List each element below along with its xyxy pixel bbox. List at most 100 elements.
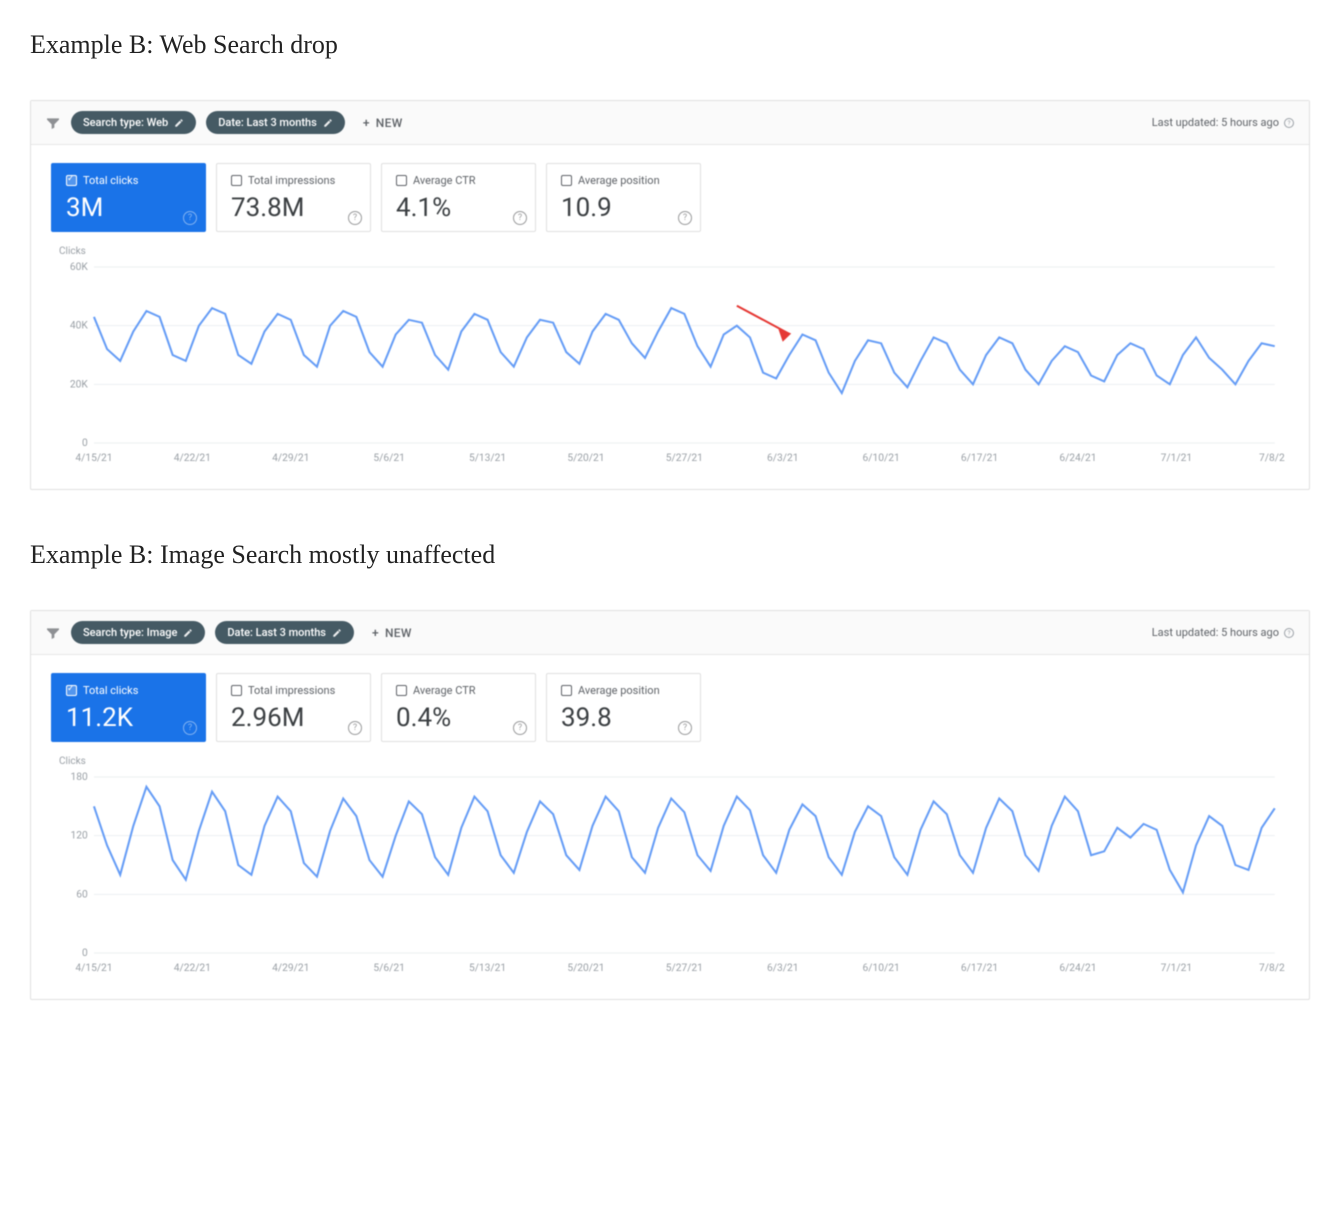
svg-text:0: 0 xyxy=(82,438,88,449)
metric-label-text: Total clicks xyxy=(83,174,138,187)
info-icon: ? xyxy=(1283,117,1295,129)
svg-text:6/10/21: 6/10/21 xyxy=(863,963,900,974)
svg-text:6/17/21: 6/17/21 xyxy=(961,963,998,974)
chip-search-type-web[interactable]: Search type: Web xyxy=(71,111,196,134)
filter-bar: Search type: Image Date: Last 3 months +… xyxy=(31,611,1309,655)
svg-text:6/17/21: 6/17/21 xyxy=(961,453,998,464)
metric-value: 0.4% xyxy=(396,703,521,733)
checkbox-icon xyxy=(561,685,572,696)
filter-icon[interactable] xyxy=(45,115,61,131)
last-updated-text: Last updated: 5 hours ago xyxy=(1152,116,1279,129)
svg-text:7/8/21: 7/8/21 xyxy=(1259,963,1285,974)
new-label: NEW xyxy=(385,626,412,640)
info-icon: ? xyxy=(1283,627,1295,639)
svg-text:4/22/21: 4/22/21 xyxy=(174,963,211,974)
svg-text:5/6/21: 5/6/21 xyxy=(373,453,404,464)
metric-total-impressions[interactable]: Total impressions 73.8M ? xyxy=(216,163,371,232)
svg-text:?: ? xyxy=(1288,120,1291,127)
checkbox-icon xyxy=(231,175,242,186)
checkbox-icon xyxy=(396,685,407,696)
metric-total-clicks[interactable]: Total clicks 11.2K ? xyxy=(51,673,206,742)
checkbox-icon xyxy=(561,175,572,186)
metric-label-text: Average position xyxy=(578,684,660,697)
panel-web-search: Search type: Web Date: Last 3 months + N… xyxy=(30,100,1310,490)
last-updated: Last updated: 5 hours ago ? xyxy=(1152,626,1295,639)
svg-text:5/6/21: 5/6/21 xyxy=(373,963,404,974)
metric-value: 2.96M xyxy=(231,703,356,733)
svg-text:0: 0 xyxy=(82,948,88,959)
svg-text:5/27/21: 5/27/21 xyxy=(666,453,703,464)
filter-icon[interactable] xyxy=(45,625,61,641)
svg-text:5/20/21: 5/20/21 xyxy=(567,963,604,974)
help-icon[interactable]: ? xyxy=(183,721,197,735)
svg-text:6/24/21: 6/24/21 xyxy=(1059,453,1096,464)
panel-image-search: Search type: Image Date: Last 3 months +… xyxy=(30,610,1310,1000)
help-icon[interactable]: ? xyxy=(348,721,362,735)
help-icon[interactable]: ? xyxy=(678,721,692,735)
svg-text:5/13/21: 5/13/21 xyxy=(469,453,506,464)
pencil-icon xyxy=(183,628,193,638)
add-filter-button[interactable]: + NEW xyxy=(364,622,420,644)
metric-label-text: Average CTR xyxy=(413,684,476,697)
svg-text:60: 60 xyxy=(76,889,88,900)
svg-text:7/1/21: 7/1/21 xyxy=(1161,453,1192,464)
add-filter-button[interactable]: + NEW xyxy=(355,112,411,134)
checkbox-icon xyxy=(396,175,407,186)
svg-text:4/15/21: 4/15/21 xyxy=(75,963,112,974)
svg-text:4/29/21: 4/29/21 xyxy=(272,963,309,974)
last-updated-text: Last updated: 5 hours ago xyxy=(1152,626,1279,639)
svg-text:6/24/21: 6/24/21 xyxy=(1059,963,1096,974)
metric-value: 73.8M xyxy=(231,193,356,223)
chart-area-web: Clicks 020K40K60K4/15/214/22/214/29/215/… xyxy=(31,240,1309,489)
svg-text:20K: 20K xyxy=(70,379,89,390)
plus-icon: + xyxy=(372,626,379,640)
svg-text:40K: 40K xyxy=(70,321,89,332)
metric-average-position[interactable]: Average position 10.9 ? xyxy=(546,163,701,232)
checkbox-icon xyxy=(66,175,77,186)
metric-label-text: Total impressions xyxy=(248,174,335,187)
metric-value: 11.2K xyxy=(66,703,191,733)
metric-average-position[interactable]: Average position 39.8 ? xyxy=(546,673,701,742)
help-icon[interactable]: ? xyxy=(348,211,362,225)
help-icon[interactable]: ? xyxy=(183,211,197,225)
metric-value: 10.9 xyxy=(561,193,686,223)
line-chart-web: 020K40K60K4/15/214/22/214/29/215/6/215/1… xyxy=(55,257,1285,467)
pencil-icon xyxy=(174,118,184,128)
svg-text:5/13/21: 5/13/21 xyxy=(469,963,506,974)
chip-label: Search type: Image xyxy=(83,626,177,639)
chart-area-image: Clicks 0 60 120 180 4/15/21 4/22/21 4/29/21 5/6… xyxy=(31,750,1309,999)
metric-value: 39.8 xyxy=(561,703,686,733)
svg-text:120: 120 xyxy=(71,831,89,842)
new-label: NEW xyxy=(376,116,403,130)
svg-text:7/1/21: 7/1/21 xyxy=(1161,963,1192,974)
metrics-row: Total clicks 3M ? Total impressions 73.8… xyxy=(31,145,1309,240)
plus-icon: + xyxy=(363,116,370,130)
metric-label-text: Average position xyxy=(578,174,660,187)
help-icon[interactable]: ? xyxy=(678,211,692,225)
help-icon[interactable]: ? xyxy=(513,721,527,735)
svg-text:6/10/21: 6/10/21 xyxy=(863,453,900,464)
metric-total-clicks[interactable]: Total clicks 3M ? xyxy=(51,163,206,232)
svg-text:5/20/21: 5/20/21 xyxy=(567,453,604,464)
y-axis-label: Clicks xyxy=(59,246,1285,257)
chip-date-range[interactable]: Date: Last 3 months xyxy=(206,111,345,134)
svg-text:6/3/21: 6/3/21 xyxy=(767,963,798,974)
metric-total-impressions[interactable]: Total impressions 2.96M ? xyxy=(216,673,371,742)
metric-value: 3M xyxy=(66,193,191,223)
y-axis-label: Clicks xyxy=(59,756,1285,767)
svg-text:4/22/21: 4/22/21 xyxy=(174,453,211,464)
metric-average-ctr[interactable]: Average CTR 0.4% ? xyxy=(381,673,536,742)
svg-text:180: 180 xyxy=(71,772,89,783)
line-chart-image: 0 60 120 180 4/15/21 4/22/21 4/29/21 5/6/21 5/13… xyxy=(55,767,1285,977)
svg-text:4/29/21: 4/29/21 xyxy=(272,453,309,464)
metric-label-text: Total impressions xyxy=(248,684,335,697)
svg-text:4/15/21: 4/15/21 xyxy=(75,453,112,464)
help-icon[interactable]: ? xyxy=(513,211,527,225)
filter-bar: Search type: Web Date: Last 3 months + N… xyxy=(31,101,1309,145)
metric-average-ctr[interactable]: Average CTR 4.1% ? xyxy=(381,163,536,232)
metric-label-text: Average CTR xyxy=(413,174,476,187)
checkbox-icon xyxy=(66,685,77,696)
pencil-icon xyxy=(323,118,333,128)
chip-search-type-image[interactable]: Search type: Image xyxy=(71,621,205,644)
chip-date-range[interactable]: Date: Last 3 months xyxy=(215,621,354,644)
